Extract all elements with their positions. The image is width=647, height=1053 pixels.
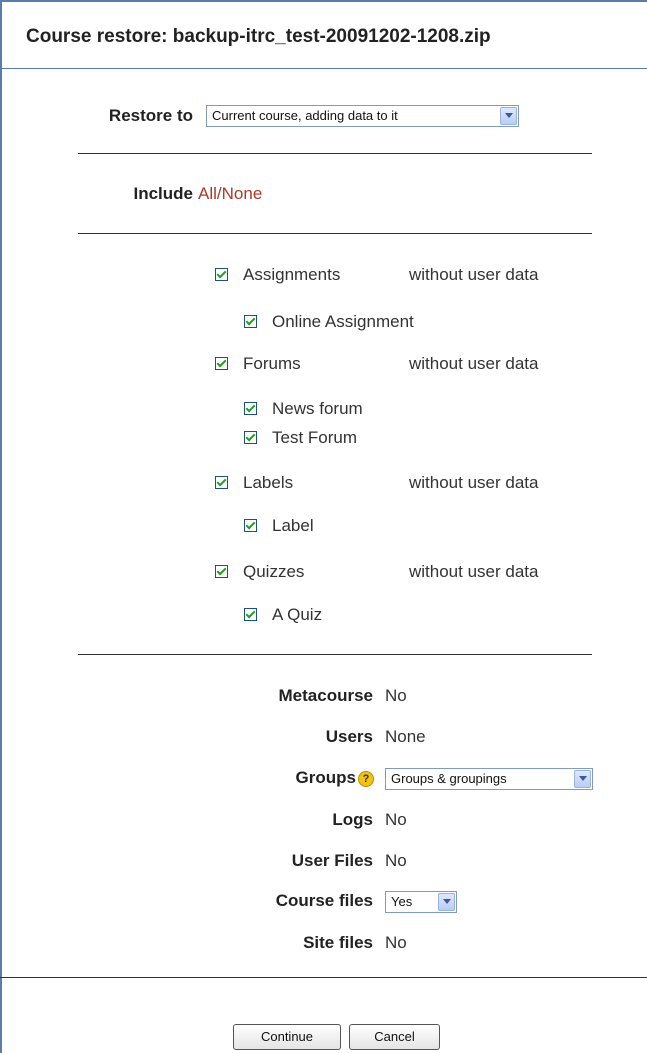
- instance-checkbox[interactable]: [244, 519, 257, 532]
- course-files-select[interactable]: Yes: [385, 891, 457, 913]
- divider-1: [78, 153, 592, 154]
- site-files-label: Site files: [303, 933, 373, 952]
- module-name: Forums: [243, 354, 301, 373]
- instance-checkbox[interactable]: [244, 608, 257, 621]
- module-name: Quizzes: [243, 562, 305, 581]
- module-checkbox-forums[interactable]: [215, 357, 228, 370]
- course-files-label: Course files: [275, 891, 373, 910]
- groups-select[interactable]: Groups & groupings: [385, 768, 593, 790]
- instance-name: News forum: [272, 399, 363, 418]
- metacourse-value: No: [385, 686, 407, 705]
- include-label: Include: [133, 184, 193, 203]
- module-checkbox-quizzes[interactable]: [215, 565, 228, 578]
- user-files-label: User Files: [291, 851, 373, 870]
- help-icon[interactable]: ?: [358, 771, 374, 787]
- instance-checkbox[interactable]: [244, 431, 257, 444]
- cancel-button[interactable]: Cancel: [349, 1024, 440, 1050]
- title-divider: [0, 68, 647, 69]
- instance-checkbox[interactable]: [244, 315, 257, 328]
- instance-name: Test Forum: [272, 428, 358, 447]
- instance-name: Label: [272, 516, 314, 535]
- groups-value: Groups & groupings: [391, 771, 507, 786]
- instance-name: Online Assignment: [272, 312, 414, 331]
- restore-to-select[interactable]: Current course, adding data to it: [206, 105, 519, 127]
- divider-4: [0, 977, 647, 978]
- module-name: Labels: [243, 473, 294, 492]
- divider-3: [78, 654, 592, 655]
- module-user-data: without user data: [409, 562, 539, 581]
- page-title: Course restore: backup-itrc_test-2009120…: [26, 26, 491, 47]
- module-checkbox-labels[interactable]: [215, 476, 228, 489]
- logs-label: Logs: [332, 810, 373, 829]
- user-files-value: No: [385, 851, 407, 870]
- module-user-data: without user data: [409, 473, 539, 492]
- users-value: None: [385, 727, 426, 746]
- module-user-data: without user data: [409, 265, 539, 284]
- instance-name: A Quiz: [272, 605, 323, 624]
- users-label: Users: [325, 727, 373, 746]
- module-name: Assignments: [243, 265, 341, 284]
- chevron-down-icon[interactable]: [574, 770, 591, 788]
- course-files-value: Yes: [391, 894, 413, 909]
- module-checkbox-assignments[interactable]: [215, 268, 228, 281]
- include-all-link[interactable]: All: [198, 184, 217, 203]
- include-none-link[interactable]: None: [222, 184, 263, 203]
- restore-to-label: Restore to: [108, 106, 193, 125]
- divider-2: [78, 233, 592, 234]
- groups-label: Groups: [295, 768, 356, 787]
- continue-button[interactable]: Continue: [233, 1024, 341, 1050]
- metacourse-label: Metacourse: [278, 686, 373, 705]
- chevron-down-icon[interactable]: [438, 893, 455, 911]
- module-user-data: without user data: [409, 354, 539, 373]
- instance-checkbox[interactable]: [244, 402, 257, 415]
- top-border: [0, 0, 647, 2]
- logs-value: No: [385, 810, 407, 829]
- include-links: All/None: [198, 184, 262, 204]
- restore-to-value: Current course, adding data to it: [212, 108, 398, 123]
- chevron-down-icon[interactable]: [500, 107, 517, 125]
- site-files-value: No: [385, 933, 407, 952]
